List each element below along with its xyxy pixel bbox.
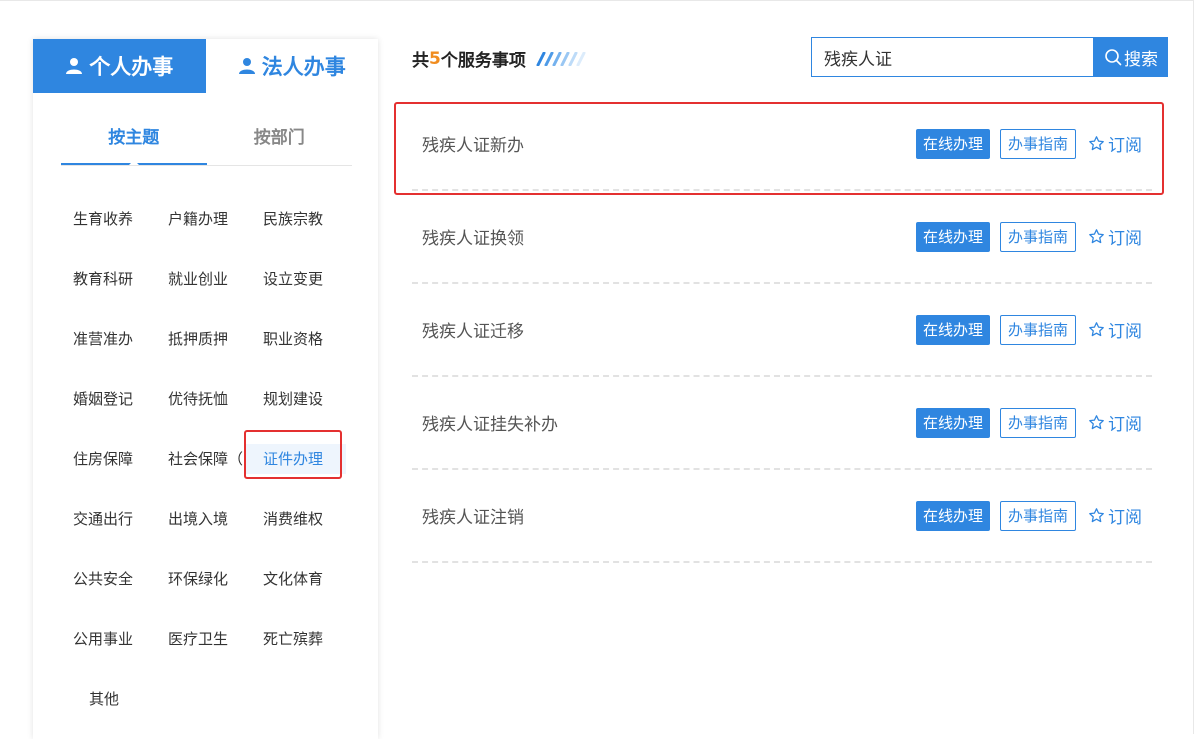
- subscribe-button[interactable]: 订阅: [1088, 410, 1142, 435]
- topic-item[interactable]: 其他: [61, 684, 156, 714]
- service-item: 残疾人证注销 在线办理 办事指南 订阅: [412, 470, 1152, 563]
- search-input[interactable]: [811, 37, 1094, 77]
- tab-by-theme[interactable]: 按主题: [61, 115, 207, 165]
- service-item: 残疾人证挂失补办 在线办理 办事指南 订阅: [412, 377, 1152, 470]
- service-item-name[interactable]: 残疾人证迁移: [422, 317, 916, 342]
- online-apply-button[interactable]: 在线办理: [915, 407, 990, 438]
- topic-item[interactable]: 民族宗教: [251, 204, 346, 234]
- tab-by-theme-label: 按主题: [108, 128, 160, 148]
- search-button-label: 搜索: [1124, 49, 1158, 70]
- topic-item[interactable]: 婚姻登记: [61, 384, 156, 414]
- topic-item[interactable]: 就业创业: [156, 264, 251, 294]
- guide-button[interactable]: 办事指南: [999, 314, 1076, 345]
- search-button[interactable]: 搜索: [1094, 37, 1168, 77]
- topic-item[interactable]: 职业资格: [251, 324, 346, 354]
- star-icon: [1089, 322, 1104, 337]
- online-apply-button[interactable]: 在线办理: [915, 221, 990, 252]
- service-type-tabs: 个人办事 法人办事: [33, 39, 378, 93]
- group-tabs: 按主题 按部门: [61, 115, 352, 166]
- caret-indicator: [128, 160, 139, 165]
- subscribe-label: 订阅: [1108, 508, 1142, 528]
- star-icon: [1089, 229, 1104, 244]
- service-item-name[interactable]: 残疾人证换领: [422, 224, 916, 249]
- service-item-name[interactable]: 残疾人证注销: [422, 503, 916, 528]
- highlight-box-topic: [244, 430, 342, 479]
- subscribe-label: 订阅: [1108, 415, 1142, 435]
- sidebar: 个人办事 法人办事 按主题 按部门 生育收养 户籍办理 民族宗教 教育科研 就业…: [33, 39, 378, 739]
- topic-item[interactable]: 文化体育: [251, 564, 346, 594]
- summary-suffix: 个服务事项: [440, 51, 526, 71]
- topic-item[interactable]: 抵押质押: [156, 324, 251, 354]
- tab-by-department-label: 按部门: [253, 128, 305, 148]
- tab-by-department[interactable]: 按部门: [207, 115, 353, 165]
- topic-item[interactable]: 死亡殡葬: [251, 624, 346, 654]
- subscribe-button[interactable]: 订阅: [1088, 224, 1142, 249]
- subscribe-button[interactable]: 订阅: [1088, 503, 1142, 528]
- user-icon: [238, 58, 255, 74]
- tab-legal-entity[interactable]: 法人办事: [205, 39, 378, 93]
- topic-item[interactable]: 社会保障（...: [156, 444, 251, 474]
- topic-item[interactable]: 环保绿化: [156, 564, 251, 594]
- subscribe-button[interactable]: 订阅: [1088, 317, 1142, 342]
- online-apply-button[interactable]: 在线办理: [915, 314, 990, 345]
- guide-button[interactable]: 办事指南: [999, 500, 1076, 531]
- topic-item[interactable]: 住房保障: [61, 444, 156, 474]
- subscribe-label: 订阅: [1108, 322, 1142, 342]
- summary-prefix: 共: [412, 51, 429, 71]
- service-item: 残疾人证迁移 在线办理 办事指南 订阅: [412, 284, 1152, 377]
- stripes-decoration: [536, 51, 586, 66]
- topic-item[interactable]: 公共安全: [61, 564, 156, 594]
- topic-item[interactable]: 优待抚恤: [156, 384, 251, 414]
- service-item: 残疾人证换领 在线办理 办事指南 订阅: [412, 191, 1152, 284]
- tab-legal-entity-label: 法人办事: [261, 55, 346, 79]
- tab-personal-label: 个人办事: [89, 55, 174, 79]
- topic-item[interactable]: 公用事业: [61, 624, 156, 654]
- topic-item[interactable]: 交通出行: [61, 504, 156, 534]
- topic-item[interactable]: 出境入境: [156, 504, 251, 534]
- topic-item[interactable]: 准营准办: [61, 324, 156, 354]
- topic-item[interactable]: 户籍办理: [156, 204, 251, 234]
- topic-item[interactable]: 医疗卫生: [156, 624, 251, 654]
- subscribe-label: 订阅: [1108, 229, 1142, 249]
- topic-item[interactable]: 消费维权: [251, 504, 346, 534]
- service-item-name[interactable]: 残疾人证挂失补办: [422, 410, 916, 435]
- tab-personal[interactable]: 个人办事: [33, 39, 206, 93]
- summary-count: 5: [429, 48, 441, 69]
- topic-item[interactable]: 规划建设: [251, 384, 346, 414]
- star-icon: [1089, 508, 1104, 523]
- topic-item[interactable]: 设立变更: [251, 264, 346, 294]
- topic-item[interactable]: 生育收养: [61, 204, 156, 234]
- search-box: 搜索: [811, 37, 1168, 77]
- highlight-box-item: [394, 102, 1164, 195]
- user-icon: [66, 58, 83, 74]
- star-icon: [1089, 415, 1104, 430]
- guide-button[interactable]: 办事指南: [999, 221, 1076, 252]
- topic-item[interactable]: 教育科研: [61, 264, 156, 294]
- online-apply-button[interactable]: 在线办理: [915, 500, 990, 531]
- guide-button[interactable]: 办事指南: [999, 407, 1076, 438]
- search-icon: [1105, 49, 1122, 66]
- result-summary: 共 5 个服务事项: [412, 46, 592, 71]
